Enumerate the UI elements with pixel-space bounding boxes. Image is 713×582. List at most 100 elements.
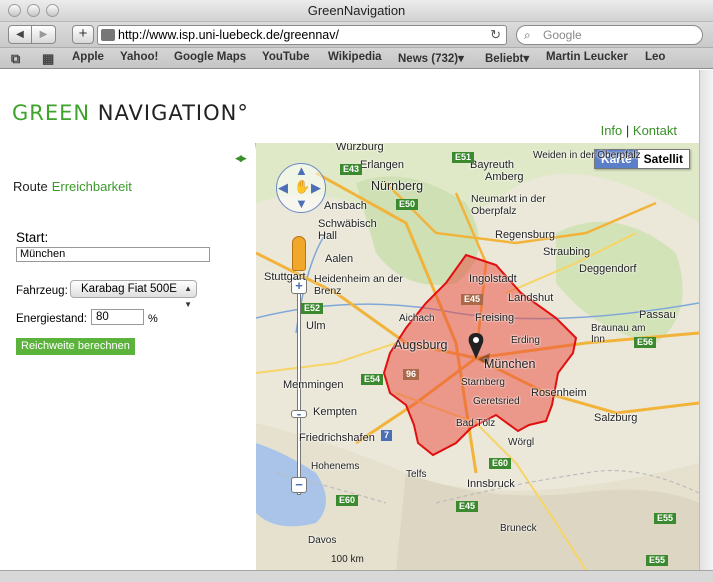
bookmark-beliebt[interactable]: Beliebt▾ [485,51,529,65]
city-label: Friedrichshafen [299,432,375,444]
road-shield: E51 [452,152,475,163]
city-label: Regensburg [495,229,555,241]
grid-icon[interactable]: ▦ [42,51,54,67]
city-label: Ansbach [324,200,367,212]
forward-button[interactable]: ▶ [32,25,56,44]
select-arrows-icon: ▲ ▼ [184,284,192,309]
window-title: GreenNavigation [307,3,406,18]
zoom-slider-handle[interactable]: - [291,407,307,420]
bookmark-youtube[interactable]: YouTube [262,51,309,63]
calculate-range-button[interactable]: Reichweite berechnen [16,338,135,355]
status-bar [0,570,713,582]
search-field[interactable]: ⌕ Google [516,25,703,45]
bookmark-google-maps[interactable]: Google Maps [174,51,246,63]
city-label: Würzburg [336,143,384,153]
window-controls[interactable] [8,4,59,17]
city-label: Neumarkt in der Oberpfalz [471,193,546,217]
city-label: Geretsried [473,396,520,407]
reload-icon[interactable]: ↻ [490,26,501,44]
logo-green-text: GREEN [12,101,91,125]
city-label: Erlangen [360,159,405,171]
road-shield: E55 [654,513,677,524]
search-icon: ⌕ [524,28,531,42]
city-label: Telfs [406,469,427,480]
zoom-window-button[interactable] [46,4,59,17]
add-bookmark-button[interactable]: + [72,25,94,44]
bookmark-news[interactable]: News (732)▾ [398,51,464,65]
city-label: Freising [475,312,515,324]
city-label: Bad Tölz [456,418,496,429]
window-titlebar: GreenNavigation [0,0,713,22]
road-shield: E52 [301,303,324,314]
sidebar: ◀▶ Route Erreichbarkeit Start: München Fa… [0,143,255,570]
vehicle-label: Fahrzeug: [16,285,68,297]
minimize-window-button[interactable] [27,4,40,17]
energy-unit: % [148,313,158,325]
city-label: Aalen [325,253,354,265]
start-input[interactable]: München [16,247,210,262]
bookmarks-bar: ⧉ ▦ Apple Yahoo! Google Maps YouTube Wik… [0,48,713,69]
energy-label: Energiestand: [16,313,87,325]
tab-erreichbarkeit[interactable]: Erreichbarkeit [52,179,132,194]
bookmark-apple[interactable]: Apple [72,51,104,63]
collapse-sidebar-icon[interactable]: ◀▶ [235,153,247,164]
pan-up-icon[interactable]: ▲ [295,163,308,178]
back-button[interactable]: ◀ [8,25,32,44]
city-label: Landshut [508,292,554,304]
vertical-scrollbar[interactable] [699,70,713,570]
city-label: Augsburg [394,338,448,352]
tab-route[interactable]: Route [13,179,48,194]
browser-toolbar: ◀ ▶ + http://www.isp.uni-luebeck.de/gree… [0,22,713,48]
address-bar[interactable]: http://www.isp.uni-luebeck.de/greennav/ … [97,25,507,45]
city-label: Passau [639,309,676,321]
start-label: Start: [16,230,49,245]
city-label: Ulm [306,320,326,332]
map-view[interactable]: Karte Satellit ▲ ◀ ▶ ▼ ✋ + - − Würzburg … [256,143,699,570]
bookmark-yahoo[interactable]: Yahoo! [120,51,158,63]
city-label: Aichach [399,313,435,324]
city-label: Nürnberg [371,179,424,193]
road-shield: E54 [361,374,384,385]
city-label: Stuttgart [264,271,306,283]
site-header: GREEN NAVIGATION° Info | Kontakt [0,70,699,143]
open-book-icon[interactable]: ⧉ [11,51,20,67]
city-label: Schwäbisch Hall [318,218,377,242]
close-window-button[interactable] [8,4,21,17]
logo-dark-text: NAVIGATION° [90,101,249,125]
header-links: Info | Kontakt [601,123,677,138]
pan-left-icon[interactable]: ◀ [278,180,288,196]
city-label: Bayreuth [470,159,515,171]
road-shield: E43 [340,164,363,175]
city-label: Salzburg [594,412,638,424]
bookmark-martin-leucker[interactable]: Martin Leucker [546,51,628,63]
bookmark-leo[interactable]: Leo [645,51,665,63]
city-label: Straubing [543,246,591,258]
city-label: Memmingen [283,379,344,391]
search-placeholder: Google [543,28,582,42]
road-shield: E60 [489,458,512,469]
city-label: Wörgl [508,437,535,448]
location-pin-icon[interactable] [464,331,494,371]
sidebar-tabs: Route Erreichbarkeit [13,179,132,194]
web-page: GREEN NAVIGATION° Info | Kontakt ◀▶ Rout… [0,70,699,570]
road-shield: E50 [396,199,419,210]
map-scale-bar: 100 km [331,554,364,565]
energy-input[interactable]: 80 [91,309,144,325]
bookmark-wikipedia[interactable]: Wikipedia [328,51,382,63]
pan-control[interactable]: ▲ ◀ ▶ ▼ ✋ [276,163,326,213]
pan-down-icon[interactable]: ▼ [295,196,308,211]
kontakt-link[interactable]: Kontakt [633,123,677,138]
site-logo[interactable]: GREEN NAVIGATION° [12,101,249,125]
city-label: Ingolstadt [469,273,517,285]
hand-icon: ✋ [294,179,311,194]
info-link[interactable]: Info [601,123,623,138]
pan-right-icon[interactable]: ▶ [311,180,321,196]
street-view-pegman-icon[interactable] [292,236,306,271]
zoom-out-button[interactable]: − [291,477,307,493]
city-label: Kempten [313,406,358,418]
road-shield: 96 [403,369,420,380]
city-label: Heidenheim an der Brenz [314,273,403,297]
vehicle-select[interactable]: Karabag Fiat 500E ▲ ▼ [70,280,197,309]
map-type-satellit[interactable]: Satellit [637,150,689,168]
city-label: Amberg [485,171,524,183]
